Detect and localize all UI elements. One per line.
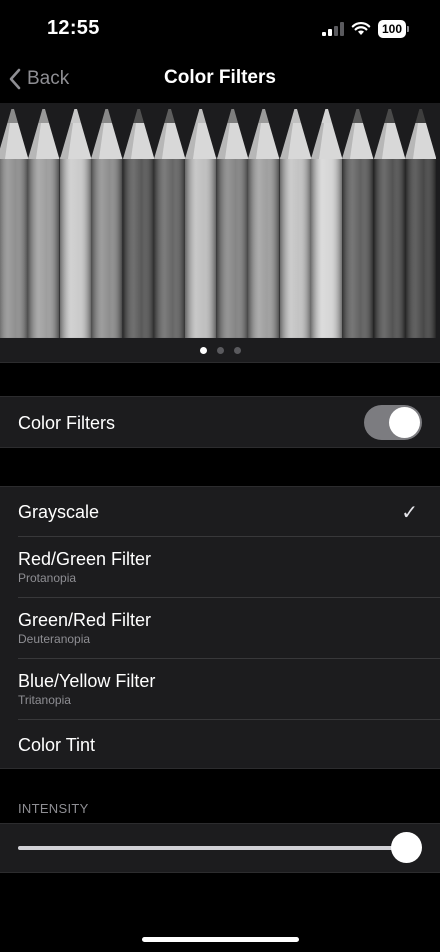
pencil xyxy=(153,103,186,338)
status-time: 12:55 xyxy=(47,17,100,39)
slider-thumb[interactable] xyxy=(390,832,422,863)
pencil xyxy=(248,103,280,338)
battery-icon: 100 xyxy=(378,20,409,38)
filter-option-title: Grayscale xyxy=(18,502,100,522)
slider-fill xyxy=(18,846,406,850)
filter-option-green-red[interactable]: Green/Red Filter Deuteranopia xyxy=(0,597,440,658)
filter-options-list: Grayscale ✓ Red/Green Filter Protanopia … xyxy=(0,486,440,769)
home-indicator[interactable] xyxy=(142,937,299,942)
filter-option-subtitle: Deuteranopia xyxy=(18,632,91,646)
pencil xyxy=(28,103,60,338)
toggle-knob xyxy=(389,407,420,438)
color-filters-label: Color Filters xyxy=(18,413,116,433)
color-filter-preview[interactable] xyxy=(0,103,440,338)
pencil xyxy=(122,103,154,338)
pencil xyxy=(0,103,29,338)
wifi-icon xyxy=(351,20,371,36)
filter-option-color-tint[interactable]: Color Tint xyxy=(0,719,440,768)
checkmark-icon: ✓ xyxy=(401,502,418,524)
pencil xyxy=(59,103,92,338)
filter-option-title: Red/Green Filter xyxy=(18,549,152,569)
intensity-slider-group xyxy=(0,823,440,873)
filter-option-title: Blue/Yellow Filter xyxy=(18,671,156,691)
pencil-image xyxy=(0,103,437,338)
filter-option-subtitle: Protanopia xyxy=(18,571,77,585)
color-filters-row: Color Filters xyxy=(0,397,440,447)
pencil xyxy=(91,103,123,338)
pencil xyxy=(279,103,311,338)
pencil xyxy=(405,103,437,338)
status-bar: 12:55 100 xyxy=(0,0,440,58)
filter-option-blue-yellow[interactable]: Blue/Yellow Filter Tritanopia xyxy=(0,658,440,719)
page-dot[interactable] xyxy=(199,346,207,354)
page-indicator[interactable] xyxy=(0,338,440,363)
pencil xyxy=(310,103,343,338)
filter-option-title: Color Tint xyxy=(18,735,96,755)
pencil xyxy=(342,103,374,338)
pencil xyxy=(185,103,217,338)
signal-icon xyxy=(322,22,344,36)
battery-level: 100 xyxy=(378,20,406,38)
filter-option-red-green[interactable]: Red/Green Filter Protanopia xyxy=(0,536,440,597)
filter-option-grayscale[interactable]: Grayscale ✓ xyxy=(0,487,440,536)
pencil xyxy=(373,103,406,338)
filter-option-subtitle: Tritanopia xyxy=(18,693,71,707)
color-filters-toggle[interactable] xyxy=(364,405,422,440)
intensity-slider[interactable] xyxy=(18,846,406,850)
page-dot[interactable] xyxy=(216,346,224,354)
filter-option-title: Green/Red Filter xyxy=(18,610,152,630)
page-dot[interactable] xyxy=(233,346,241,354)
page-title: Color Filters xyxy=(164,67,276,88)
color-filters-toggle-group: Color Filters xyxy=(0,396,440,448)
pencil xyxy=(216,103,249,338)
navigation-bar: Back Color Filters xyxy=(0,58,440,102)
intensity-section-header: INTENSITY xyxy=(18,801,89,816)
